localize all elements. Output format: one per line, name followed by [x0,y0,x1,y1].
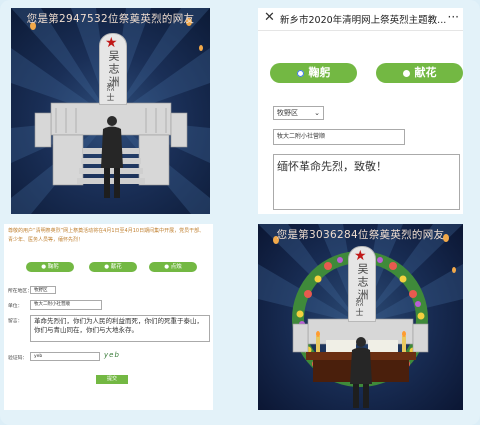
stele-name: 吴志洲 [356,263,369,302]
captcha-image[interactable]: yeb [104,351,130,361]
unit-label: 单位： [8,304,23,309]
region-select[interactable]: 牧野区 [30,286,56,294]
bow-button-label: 鞠躬 [308,66,331,79]
memorial-scene-top: ★ 吴志洲 烈士 您是第2947532位祭奠英烈的网友 [11,8,210,214]
stele-title: 烈士 [106,83,115,103]
tribute-form-top: ✕ 新乡市2020年清明网上祭英烈主题教... ··· 鞠躬 献花 牧野区 ⌄ 牧… [258,8,463,214]
bow-button[interactable]: 鞠躬 [270,63,357,83]
candle-button-label: 点烛 [170,264,182,270]
submit-button[interactable]: 提交 [96,375,128,384]
lantern-icon [452,267,456,273]
star-icon: ★ [105,35,118,51]
memorial-scene-bottom: ★ 吴志洲 烈士 您是第3036284位祭奠英烈的网友 [258,224,463,410]
radio-icon [402,69,410,77]
message-label: 留言： [8,319,23,324]
stele-title: 烈士 [355,298,364,318]
flower-button[interactable]: 献花 [376,63,463,83]
page-title: 新乡市2020年清明网上祭英烈主题教... [280,15,447,26]
tribute-form-bottom: 尊敬的用户“清明祭英烈”网上祭奠活动将在4月1日至4月10日期间集中开展，党员干… [4,224,213,410]
flower-button-label: 献花 [110,264,122,270]
captcha-label: 验证码： [8,356,28,361]
flower-button[interactable]: ● 献花 [89,262,137,272]
star-icon: ★ [354,248,367,264]
visitor-count-banner: 您是第3036284位祭奠英烈的网友 [276,229,445,241]
candle-button[interactable]: ● 点烛 [149,262,197,272]
bow-button[interactable]: ● 鞠躬 [26,262,74,272]
more-icon[interactable]: ··· [448,10,459,24]
activity-notice: 尊敬的用户“清明祭英烈”网上祭奠活动将在4月1日至4月10日期间集中开展，党员干… [8,228,205,243]
visitor-count-banner: 您是第2947532位祭奠英烈的网友 [26,13,195,25]
browser-title-bar: ✕ 新乡市2020年清明网上祭英烈主题教... ··· [258,8,463,31]
district-select[interactable]: 牧野区 ⌄ [273,106,324,120]
unit-field[interactable]: 牧大二附小社营顺 [30,300,102,310]
message-textarea[interactable]: 革命先烈们，你们为人民的利益而死，你们的死重于泰山，你们与青山同在，你们与大地永… [30,315,210,342]
flower-button-label: 献花 [414,66,437,79]
chevron-down-icon: ⌄ [314,109,320,117]
message-textarea[interactable]: 缅怀革命先烈，致敬！ [273,154,460,210]
region-label: 所在地区： [8,289,32,294]
close-icon[interactable]: ✕ [264,10,275,25]
district-select-value: 牧野区 [277,109,298,117]
bow-button-label: 鞠躬 [47,264,59,270]
captcha-input[interactable]: yeb [30,352,100,361]
lantern-icon [199,45,203,51]
radio-selected-icon [296,69,304,77]
unit-field[interactable]: 牧大二附小社营顺 [273,129,405,145]
